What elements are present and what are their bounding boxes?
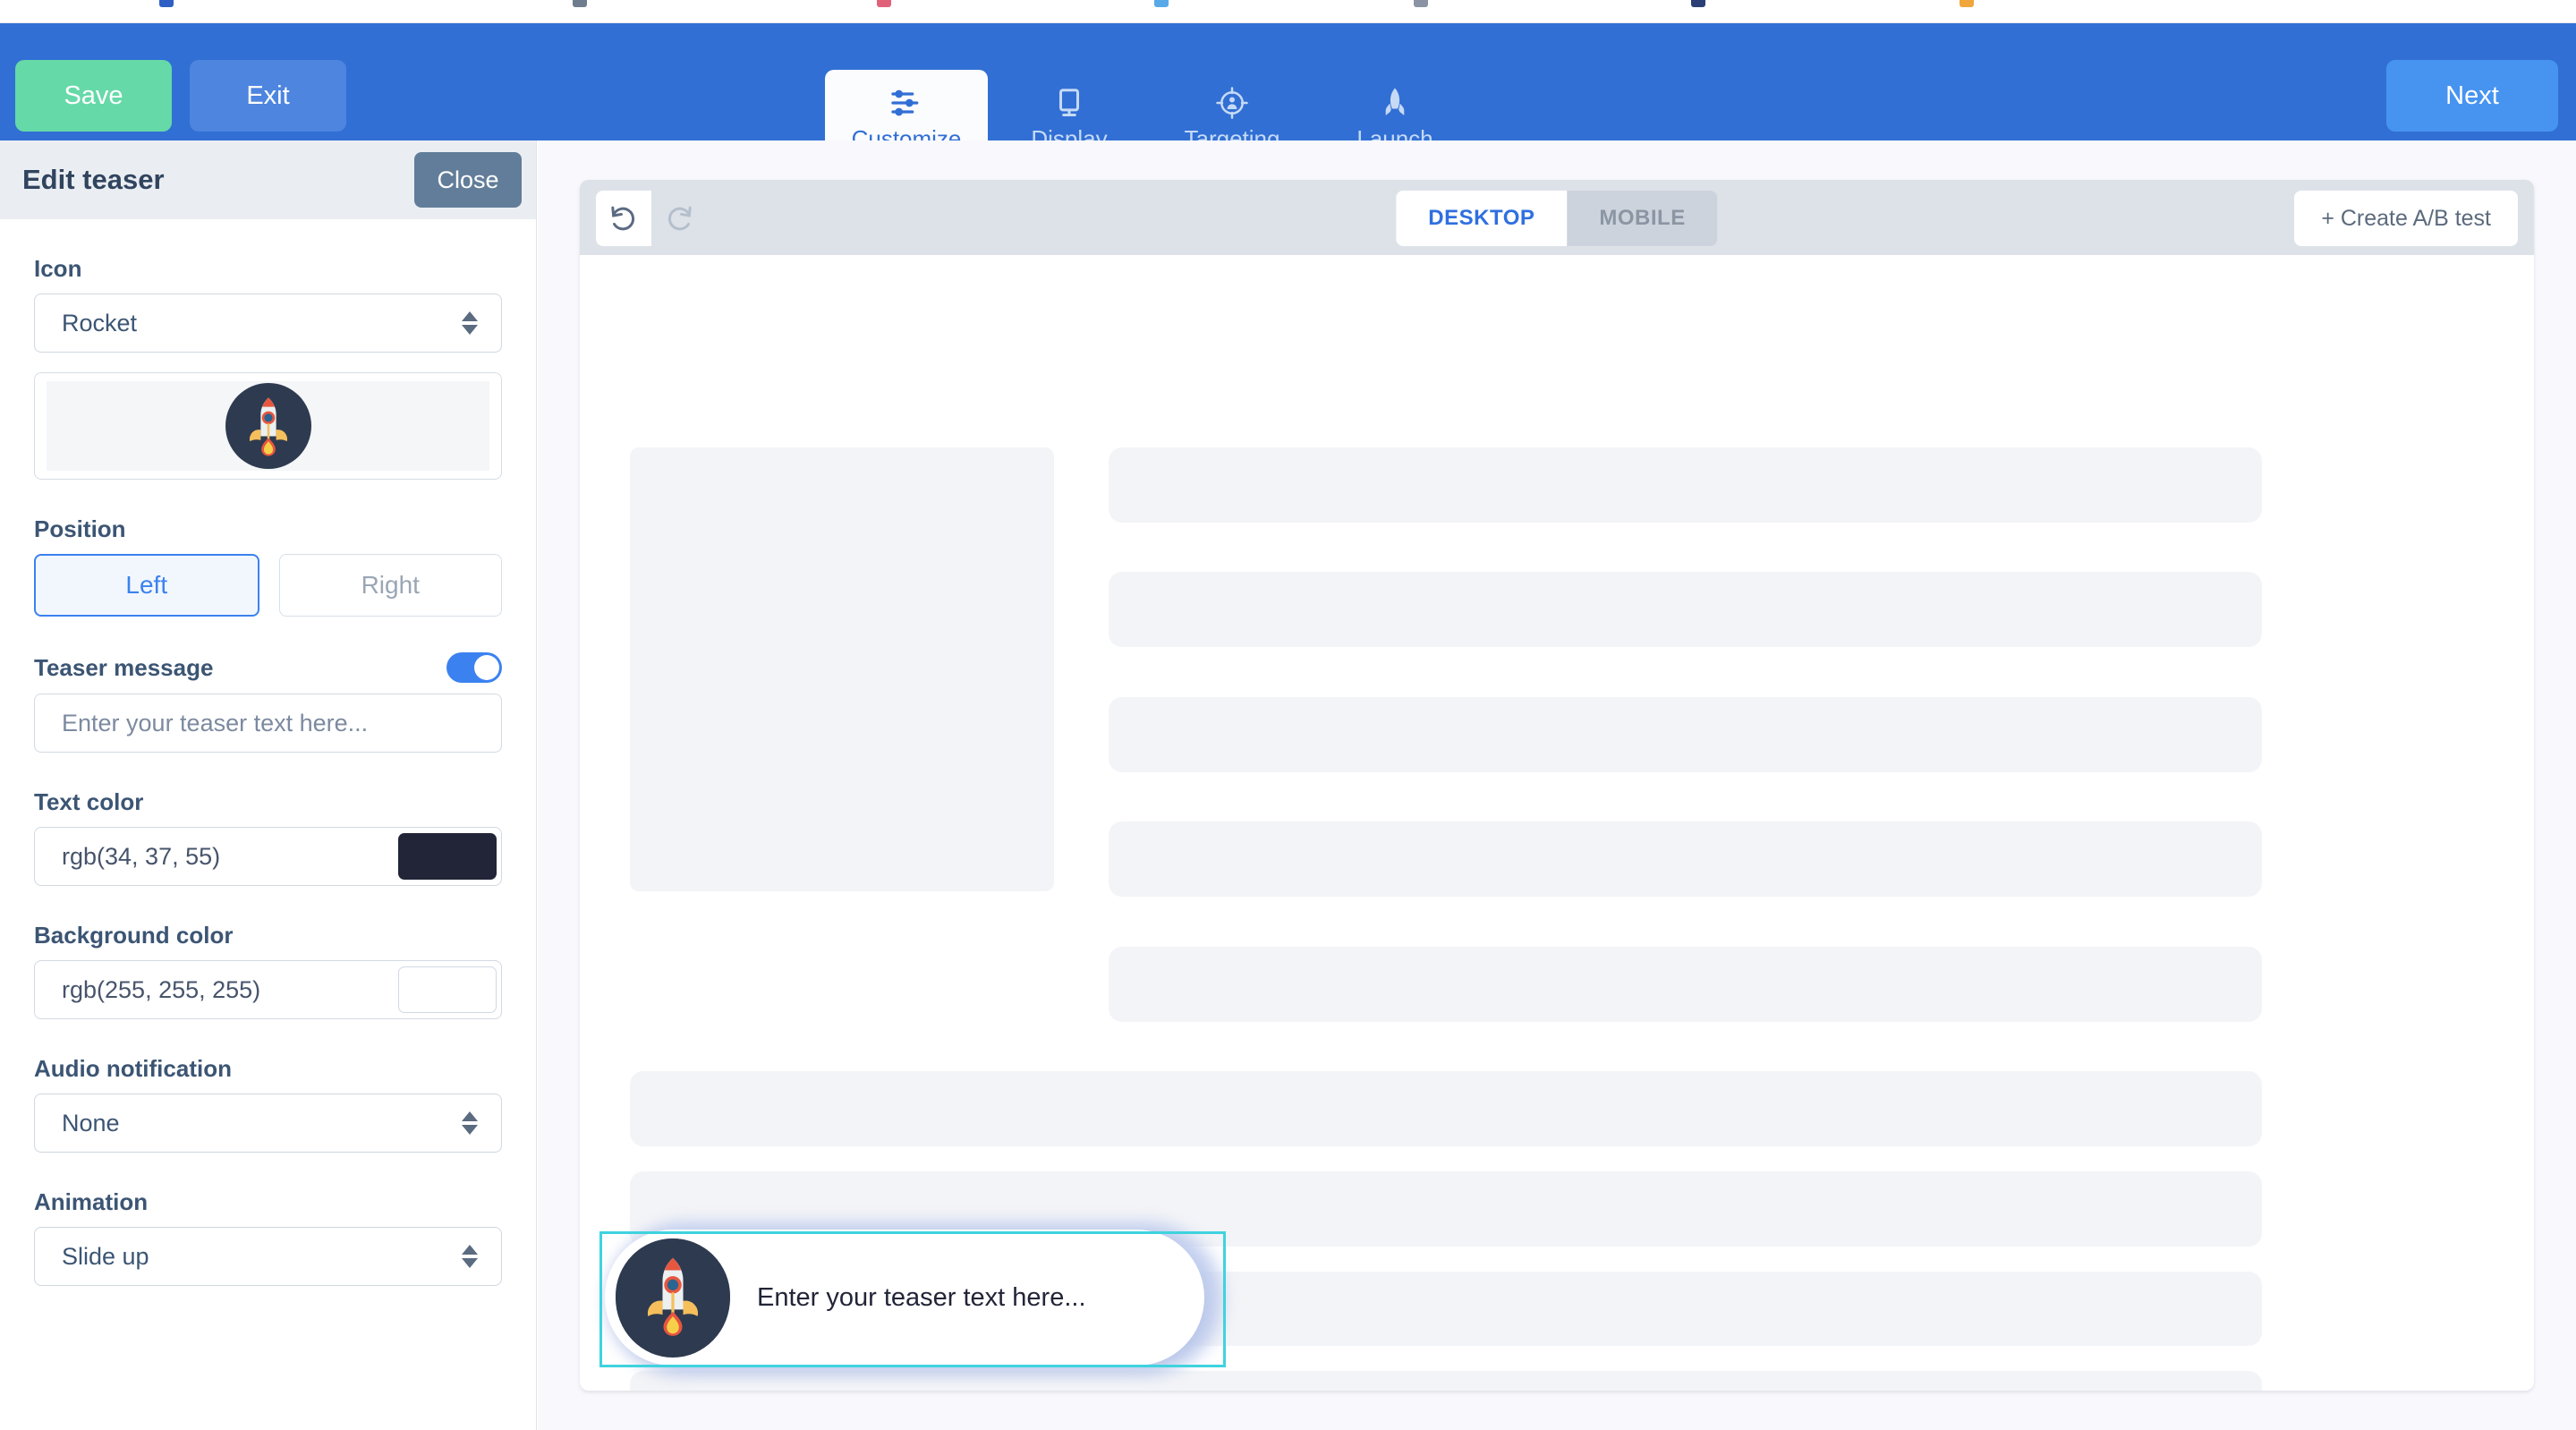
text-color-label: Text color [34, 788, 144, 815]
mock-website-preview: Enter your teaser text here... [580, 255, 2534, 1391]
create-ab-test-button[interactable]: + Create A/B test [2294, 191, 2518, 246]
toggle-knob [474, 655, 499, 680]
background-color-swatch[interactable] [398, 966, 497, 1013]
bookmark-icon-0[interactable] [159, 0, 174, 7]
skeleton-hero-line-4 [1109, 946, 2263, 1022]
background-color-value: rgb(255, 255, 255) [62, 975, 261, 1003]
teaser-widget-preview[interactable]: Enter your teaser text here... [599, 1215, 1226, 1375]
icon-preview-card [34, 372, 502, 480]
audio-notification-label: Audio notification [34, 1055, 232, 1082]
bookmark-icon-3[interactable] [1154, 0, 1169, 7]
teaser-pill[interactable]: Enter your teaser text here... [605, 1230, 1204, 1366]
close-panel-button[interactable]: Close [414, 152, 522, 208]
text-color-field[interactable]: rgb(34, 37, 55) [34, 827, 502, 886]
undo-redo-group [596, 191, 707, 246]
skeleton-hero-line-2 [1109, 696, 2263, 772]
skeleton-hero-line-3 [1109, 821, 2263, 898]
position-toggle-group: Left Right [34, 554, 502, 617]
browser-bookmark-bar [0, 0, 2576, 23]
redo-button[interactable] [651, 191, 707, 246]
bookmark-icon-6[interactable] [1960, 0, 1974, 7]
teaser-message-label: Teaser message [34, 653, 214, 681]
audio-notification-value: None [62, 1109, 120, 1136]
app-header-bar: Save Exit Customize Display Targeting La… [0, 23, 2576, 164]
sliders-icon [888, 84, 924, 122]
audio-notification-select[interactable]: None [34, 1094, 502, 1153]
panel-body: Icon Rocket Position Left Right Teaser m… [0, 255, 536, 1286]
monitor-icon [1052, 84, 1086, 122]
preview-canvas-area: DESKTOP MOBILE + Create A/B test Enter y… [538, 140, 2576, 1430]
icon-select[interactable]: Rocket [34, 294, 502, 353]
device-toggle-group: DESKTOP MOBILE [1396, 191, 1718, 246]
preview-toolbar: DESKTOP MOBILE + Create A/B test [580, 180, 2534, 255]
device-option-mobile[interactable]: MOBILE [1567, 191, 1718, 246]
rocket-illustration [225, 383, 311, 469]
icon-select-value: Rocket [62, 309, 138, 336]
stepper-arrows-icon [462, 1245, 478, 1268]
teaser-preview-text: Enter your teaser text here... [757, 1282, 1086, 1312]
skeleton-hero-line-0 [1109, 447, 2263, 523]
bookmark-icon-4[interactable] [1414, 0, 1428, 7]
teaser-message-toggle[interactable] [446, 652, 502, 683]
save-button[interactable]: Save [15, 60, 172, 132]
position-field-label: Position [34, 515, 126, 542]
next-button[interactable]: Next [2386, 60, 2558, 132]
teaser-message-header: Teaser message [34, 652, 502, 683]
undo-button[interactable] [596, 191, 651, 246]
animation-value: Slide up [62, 1242, 149, 1270]
panel-header: Edit teaser Close [0, 140, 536, 219]
target-person-icon [1215, 84, 1249, 122]
device-option-desktop[interactable]: DESKTOP [1396, 191, 1568, 246]
stepper-arrows-icon [462, 1111, 478, 1135]
teaser-message-input[interactable]: Enter your teaser text here... [34, 694, 502, 753]
position-option-right[interactable]: Right [278, 554, 502, 617]
position-option-left[interactable]: Left [34, 554, 259, 617]
redo-icon [667, 206, 692, 231]
teaser-message-placeholder: Enter your teaser text here... [62, 709, 369, 736]
skeleton-hero-block [629, 447, 1055, 892]
skeleton-line-0 [629, 1071, 2263, 1147]
icon-preview-inner [47, 381, 489, 471]
panel-title: Edit teaser [22, 164, 165, 195]
skeleton-hero-line-1 [1109, 572, 2263, 648]
animation-select[interactable]: Slide up [34, 1227, 502, 1286]
background-color-field[interactable]: rgb(255, 255, 255) [34, 960, 502, 1019]
background-color-label: Background color [34, 922, 234, 949]
bookmark-icon-5[interactable] [1691, 0, 1705, 7]
exit-button[interactable]: Exit [190, 60, 346, 132]
undo-icon [611, 206, 635, 231]
preview-shell: DESKTOP MOBILE + Create A/B test Enter y… [580, 180, 2534, 1391]
bookmark-icon-1[interactable] [573, 0, 587, 7]
bookmark-icon-2[interactable] [877, 0, 891, 7]
animation-label: Animation [34, 1188, 149, 1215]
stepper-arrows-icon [462, 311, 478, 335]
text-color-value: rgb(34, 37, 55) [62, 842, 221, 870]
icon-field-label: Icon [34, 255, 82, 282]
rocket-icon [1378, 84, 1412, 122]
teaser-rocket-avatar [616, 1238, 730, 1358]
text-color-swatch[interactable] [398, 833, 497, 880]
edit-teaser-panel: Edit teaser Close Icon Rocket Position L… [0, 140, 537, 1430]
